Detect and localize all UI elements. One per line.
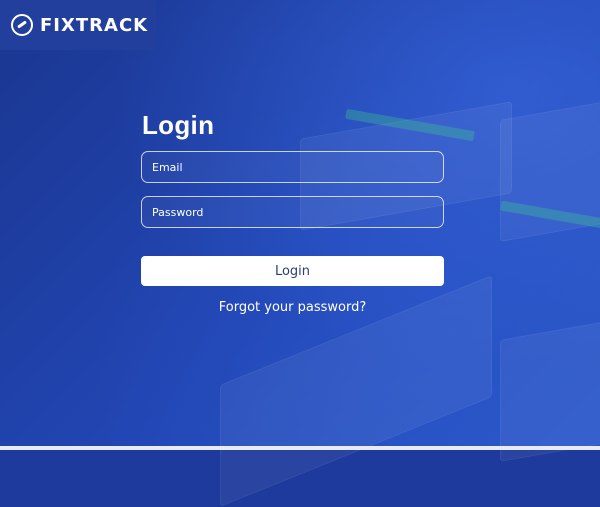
forgot-password-link[interactable]: Forgot your password? xyxy=(141,300,444,315)
login-button[interactable]: Login xyxy=(141,256,444,286)
background-dashboard-panel xyxy=(500,320,600,462)
page-title: Login xyxy=(142,110,215,140)
brand-name: FIXTRACK xyxy=(40,14,149,36)
window-bottom-edge xyxy=(0,446,600,450)
brand-logo: FIXTRACK xyxy=(0,0,156,50)
wrench-circle-icon xyxy=(11,14,33,36)
email-field-label: Email xyxy=(152,160,183,174)
login-form: Login Email Password Login Forgot your p… xyxy=(141,110,444,315)
password-field-label: Password xyxy=(152,205,204,219)
email-field[interactable]: Email xyxy=(141,151,444,183)
password-field[interactable]: Password xyxy=(141,196,444,228)
